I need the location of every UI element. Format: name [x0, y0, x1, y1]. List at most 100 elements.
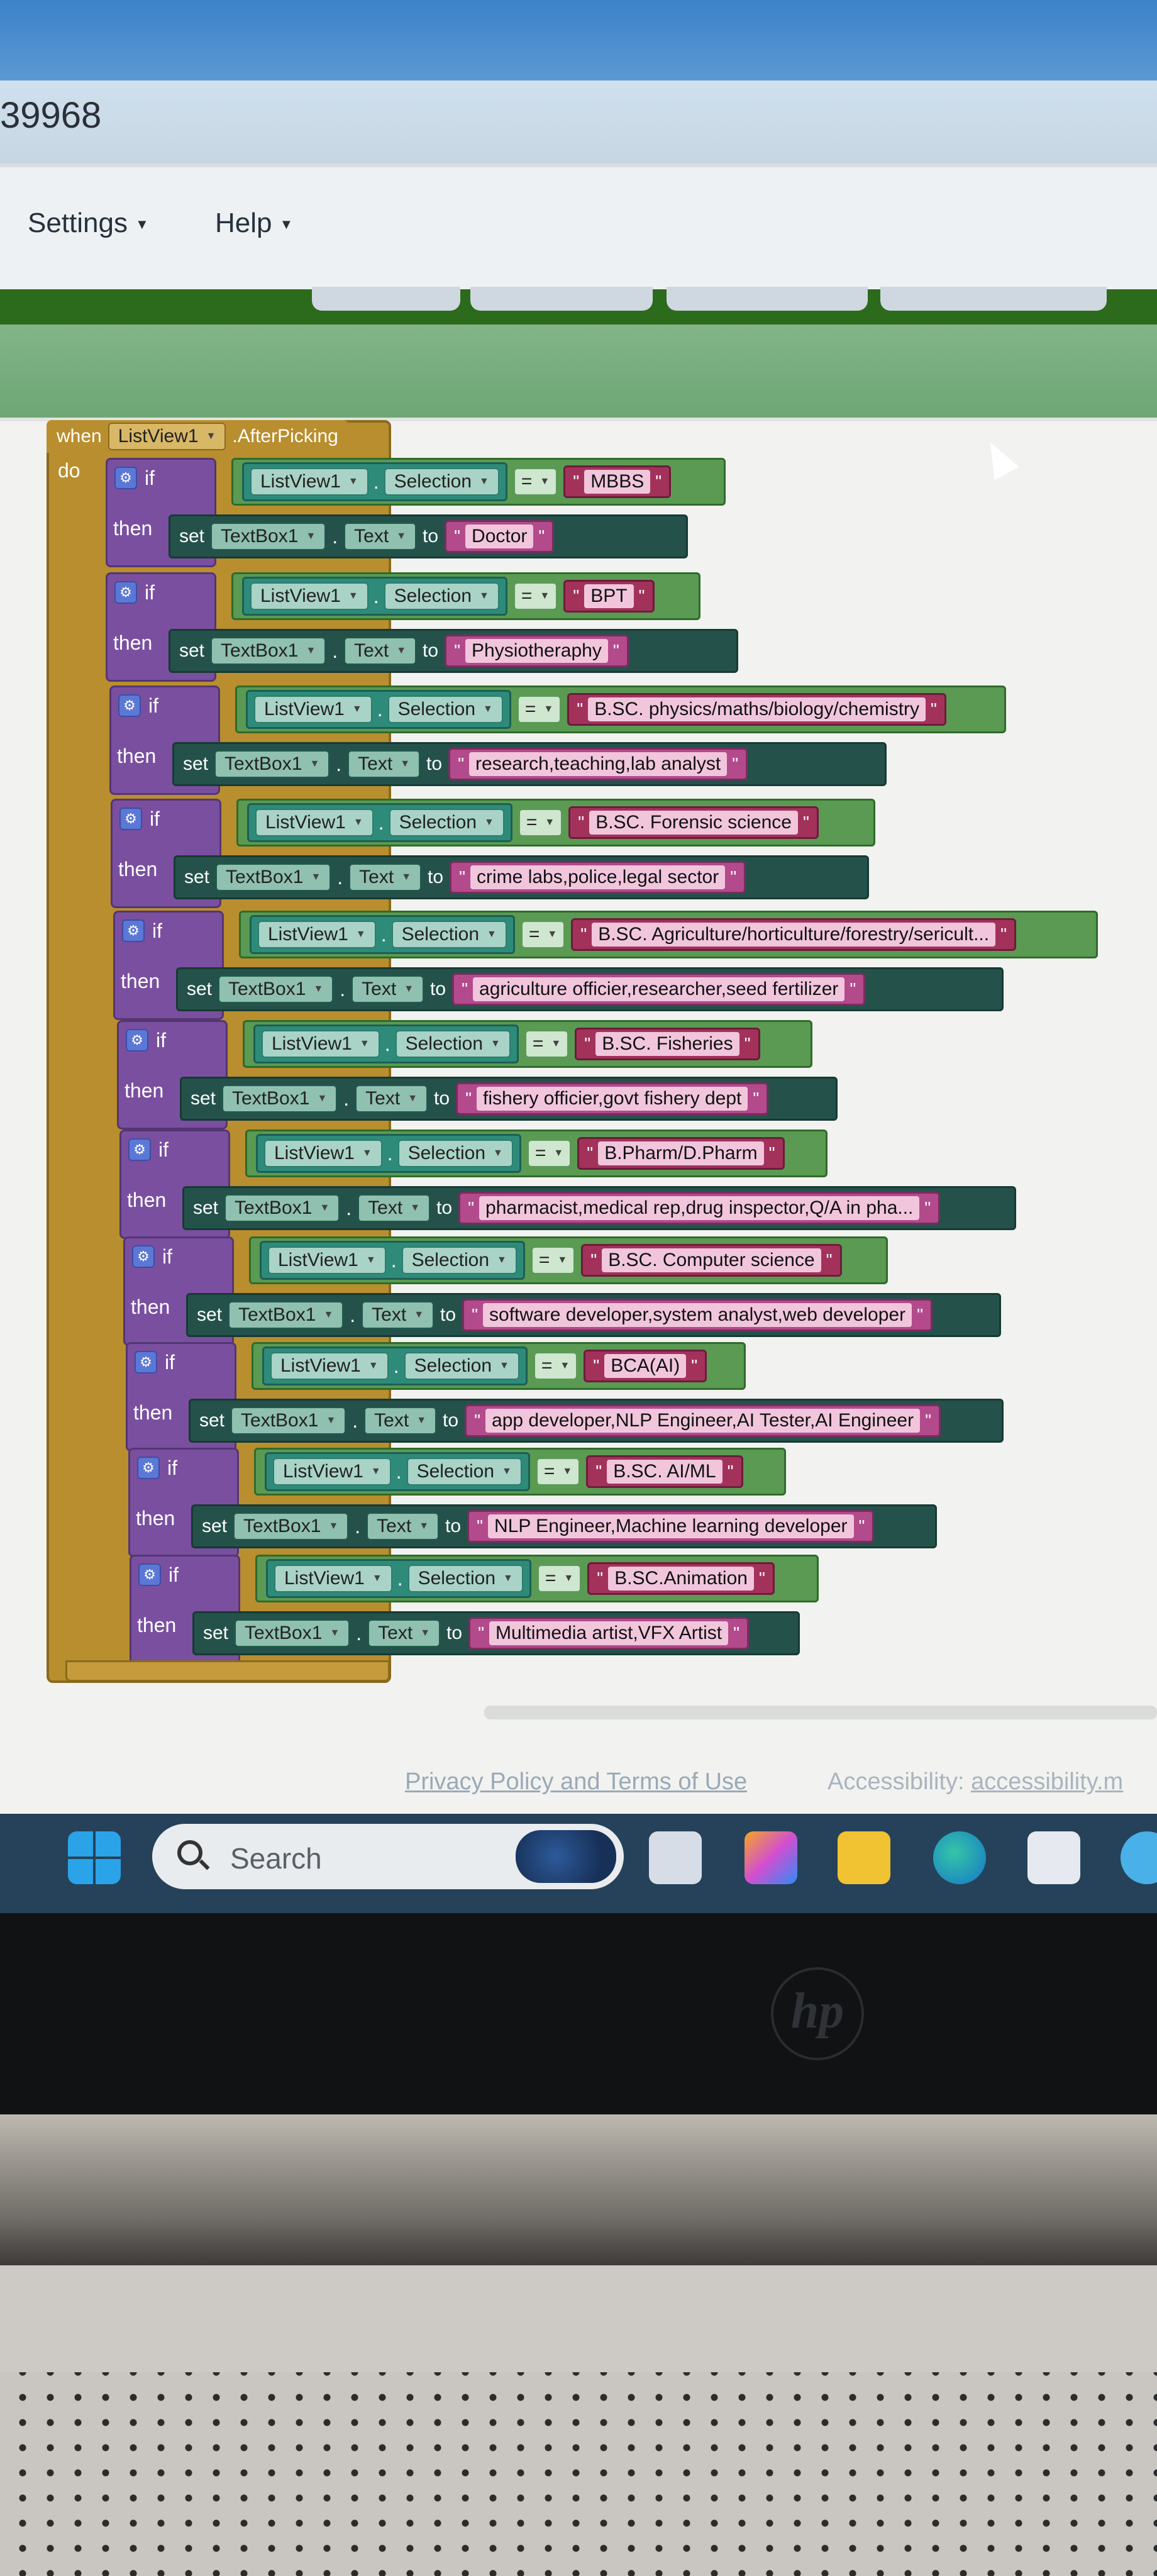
text-property-dropdown[interactable]: Text ▼ — [344, 637, 417, 665]
string-literal[interactable]: " Physiotheraphy " — [445, 635, 629, 667]
operator-dropdown[interactable]: = ▼ — [518, 809, 563, 836]
textbox-dropdown[interactable]: TextBox1 ▼ — [214, 750, 330, 778]
result-value[interactable]: agriculture officier,researcher,seed fer… — [473, 977, 845, 1001]
gear-icon[interactable]: ⚙ — [122, 919, 145, 942]
string-literal[interactable]: " MBBS " — [563, 465, 672, 498]
set-textbox-block[interactable]: set TextBox1 ▼. Text ▼ to " Multimedia artist,V… — [192, 1611, 800, 1655]
property-dropdown[interactable]: Selection ▼ — [404, 1352, 519, 1380]
result-value[interactable]: app developer,NLP Engineer,AI Tester,AI … — [485, 1409, 921, 1433]
text-property-dropdown[interactable]: Text ▼ — [368, 1619, 441, 1647]
condition-value[interactable]: B.SC. AI/ML — [607, 1460, 722, 1484]
set-textbox-block[interactable]: set TextBox1 ▼. Text ▼ to " pharmacist,medical … — [182, 1186, 1016, 1230]
compare-block[interactable]: ListView1 ▼. Selection ▼ = ▼ " B.SC. Computer s… — [249, 1236, 888, 1284]
string-literal[interactable]: " B.SC. Fisheries " — [575, 1028, 760, 1060]
set-textbox-block[interactable]: set TextBox1 ▼. Text ▼ to " Doctor " — [169, 514, 688, 558]
string-literal[interactable]: " software developer,system analyst,web d… — [462, 1299, 933, 1331]
textbox-dropdown[interactable]: TextBox1 ▼ — [222, 1085, 338, 1113]
text-property-dropdown[interactable]: Text ▼ — [349, 863, 422, 891]
workspace-scrollbar[interactable] — [484, 1706, 1157, 1719]
text-property-dropdown[interactable]: Text ▼ — [352, 975, 424, 1003]
text-property-dropdown[interactable]: Text ▼ — [364, 1407, 437, 1435]
designer-tab[interactable] — [667, 287, 868, 311]
text-property-dropdown[interactable]: Text ▼ — [355, 1085, 428, 1113]
result-value[interactable]: software developer,system analyst,web de… — [483, 1303, 912, 1327]
string-literal[interactable]: " fishery officier,govt fishery dept " — [456, 1082, 769, 1115]
selection-getter[interactable]: ListView1 ▼. Selection ▼ — [250, 915, 515, 954]
operator-dropdown[interactable]: = ▼ — [517, 696, 562, 723]
set-textbox-block[interactable]: set TextBox1 ▼. Text ▼ to " software developer,… — [186, 1293, 1001, 1337]
accessibility-link[interactable]: accessibility.m — [971, 1768, 1123, 1795]
string-literal[interactable]: " crime labs,police,legal sector " — [450, 861, 746, 894]
textbox-dropdown[interactable]: TextBox1 ▼ — [231, 1407, 346, 1435]
result-value[interactable]: NLP Engineer,Machine learning developer — [488, 1514, 854, 1538]
operator-dropdown[interactable]: = ▼ — [524, 1030, 569, 1058]
string-literal[interactable]: " B.SC.Animation " — [587, 1562, 775, 1595]
help-menu[interactable]: Help ▼ — [215, 208, 293, 239]
result-value[interactable]: crime labs,police,legal sector — [470, 865, 726, 889]
selection-getter[interactable]: ListView1 ▼. Selection ▼ — [246, 690, 511, 729]
property-dropdown[interactable]: Selection ▼ — [389, 809, 504, 836]
selection-getter[interactable]: ListView1 ▼. Selection ▼ — [242, 462, 507, 501]
set-textbox-block[interactable]: set TextBox1 ▼. Text ▼ to " app developer,NLP E… — [189, 1399, 1004, 1443]
gear-icon[interactable]: ⚙ — [138, 1563, 161, 1586]
text-property-dropdown[interactable]: Text ▼ — [348, 750, 421, 778]
string-literal[interactable]: " BPT " — [563, 580, 655, 613]
operator-dropdown[interactable]: = ▼ — [527, 1140, 572, 1167]
selection-getter[interactable]: ListView1 ▼. Selection ▼ — [242, 577, 507, 616]
address-bar[interactable] — [0, 80, 1157, 164]
operator-dropdown[interactable]: = ▼ — [513, 468, 558, 496]
edge-browser-icon[interactable] — [933, 1831, 986, 1884]
selection-getter[interactable]: ListView1 ▼. Selection ▼ — [260, 1241, 525, 1280]
result-value[interactable]: pharmacist,medical rep,drug inspector,Q/… — [479, 1196, 920, 1220]
result-value[interactable]: research,teaching,lab analyst — [469, 752, 728, 776]
textbox-dropdown[interactable]: TextBox1 ▼ — [211, 523, 326, 550]
listview-dropdown[interactable]: ListView1 ▼ — [274, 1565, 392, 1592]
listview-dropdown[interactable]: ListView1 ▼ — [255, 809, 374, 836]
property-dropdown[interactable]: Selection ▼ — [384, 468, 499, 496]
listview-dropdown[interactable]: ListView1 ▼ — [258, 921, 376, 948]
set-textbox-block[interactable]: set TextBox1 ▼. Text ▼ to " research,teaching,l… — [172, 742, 887, 786]
component-dropdown[interactable]: ListView1 ▼ — [108, 423, 226, 450]
gear-icon[interactable]: ⚙ — [114, 467, 137, 489]
listview-dropdown[interactable]: ListView1 ▼ — [268, 1246, 386, 1274]
string-literal[interactable]: " research,teaching,lab analyst " — [448, 748, 748, 780]
listview-dropdown[interactable]: ListView1 ▼ — [273, 1458, 391, 1485]
condition-value[interactable]: B.Pharm/D.Pharm — [598, 1141, 764, 1165]
textbox-dropdown[interactable]: TextBox1 ▼ — [235, 1619, 350, 1647]
condition-value[interactable]: BPT — [584, 584, 634, 608]
selection-getter[interactable]: ListView1 ▼. Selection ▼ — [253, 1024, 519, 1063]
designer-tab[interactable] — [470, 287, 653, 311]
set-textbox-block[interactable]: set TextBox1 ▼. Text ▼ to " crime labs,police,l… — [174, 855, 869, 899]
gear-icon[interactable]: ⚙ — [137, 1457, 160, 1479]
string-literal[interactable]: " B.SC. Forensic science " — [568, 806, 819, 839]
operator-dropdown[interactable]: = ▼ — [536, 1458, 580, 1485]
property-dropdown[interactable]: Selection ▼ — [401, 1246, 517, 1274]
condition-value[interactable]: B.SC.Animation — [608, 1567, 754, 1591]
string-literal[interactable]: " B.SC. Computer science " — [581, 1244, 842, 1277]
condition-value[interactable]: B.SC. Fisheries — [595, 1032, 739, 1056]
listview-dropdown[interactable]: ListView1 ▼ — [262, 1030, 380, 1058]
operator-dropdown[interactable]: = ▼ — [537, 1565, 582, 1592]
listview-dropdown[interactable]: ListView1 ▼ — [270, 1352, 389, 1380]
property-dropdown[interactable]: Selection ▼ — [391, 921, 507, 948]
text-property-dropdown[interactable]: Text ▼ — [362, 1301, 435, 1329]
condition-value[interactable]: B.SC. Computer science — [602, 1248, 821, 1272]
set-textbox-block[interactable]: set TextBox1 ▼. Text ▼ to " fishery officier,go… — [180, 1077, 838, 1121]
copilot-icon[interactable] — [745, 1831, 797, 1884]
windows-start-icon[interactable] — [68, 1831, 121, 1884]
condition-value[interactable]: B.SC. physics/maths/biology/chemistry — [588, 697, 926, 721]
gear-icon[interactable]: ⚙ — [119, 808, 142, 830]
operator-dropdown[interactable]: = ▼ — [513, 582, 558, 610]
compare-block[interactable]: ListView1 ▼. Selection ▼ = ▼ " B.SC. AI/ML " — [254, 1448, 786, 1496]
text-property-dropdown[interactable]: Text ▼ — [358, 1194, 431, 1222]
string-literal[interactable]: " pharmacist,medical rep,drug inspector,Q… — [458, 1192, 941, 1224]
settings-menu[interactable]: Settings ▼ — [28, 208, 149, 239]
selection-getter[interactable]: ListView1 ▼. Selection ▼ — [247, 803, 512, 842]
set-textbox-block[interactable]: set TextBox1 ▼. Text ▼ to " agriculture officie… — [176, 967, 1004, 1011]
string-literal[interactable]: " B.SC. AI/ML " — [586, 1455, 743, 1488]
gear-icon[interactable]: ⚙ — [118, 694, 141, 717]
selection-getter[interactable]: ListView1 ▼. Selection ▼ — [266, 1559, 531, 1598]
condition-value[interactable]: B.SC. Forensic science — [589, 811, 798, 835]
text-property-dropdown[interactable]: Text ▼ — [367, 1513, 440, 1540]
file-explorer-icon[interactable] — [838, 1831, 890, 1884]
